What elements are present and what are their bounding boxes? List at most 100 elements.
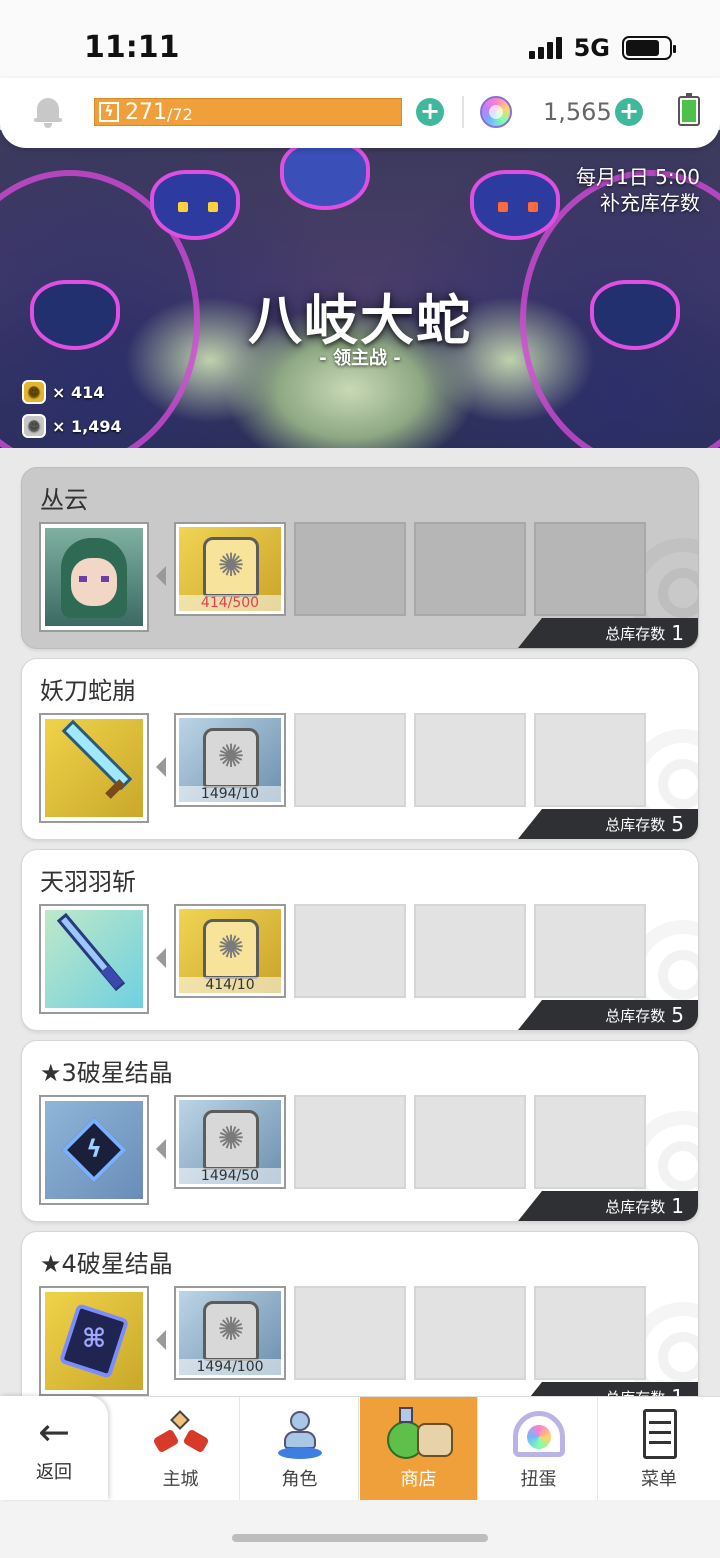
cost-slot: 1494/50 <box>174 1095 286 1189</box>
boss-banner: 八岐大蛇 - 领主战 - 每月1日 5:00 补充库存数 ☻ × 414 ☻ ×… <box>0 130 720 448</box>
nav-tab-character[interactable]: 角色 <box>241 1397 359 1501</box>
item-name: 妖刀蛇崩 <box>40 677 136 705</box>
item-name: ★4破星结晶 <box>40 1250 173 1278</box>
empty-cost-slot <box>534 1095 646 1189</box>
stock-count: 5 <box>671 1003 684 1027</box>
back-label: 返回 <box>36 1462 72 1483</box>
gold-token-value: × 414 <box>52 382 105 402</box>
left-arrow-icon <box>156 566 166 586</box>
product-thumbnail[interactable] <box>39 713 149 823</box>
shop-item-card[interactable]: 天羽羽斩 414/10 总库存数 5 <box>21 849 699 1031</box>
crystal-4-icon: ⌘ <box>45 1292 143 1390</box>
product-thumbnail[interactable]: ϟ <box>39 1095 149 1205</box>
cost-quantity: 1494/10 <box>179 786 281 802</box>
cost-slot: 414/500 <box>174 522 286 616</box>
empty-cost-slot <box>294 904 406 998</box>
network-label: 5G <box>573 34 610 62</box>
bell-icon[interactable] <box>34 96 62 128</box>
product-thumbnail[interactable]: ⌘ <box>39 1286 149 1396</box>
lightning-icon: ϟ <box>99 102 119 122</box>
serpent-head <box>470 170 560 240</box>
status-bar: 11:11 5G <box>0 0 720 88</box>
left-arrow-icon <box>156 948 166 968</box>
nav-label-gacha: 扭蛋 <box>520 1469 557 1490</box>
nav-tab-shop[interactable]: 商店 <box>360 1397 478 1501</box>
stock-badge: 总库存数 5 <box>518 1000 698 1030</box>
shop-item-card[interactable]: ★4破星结晶⌘1494/100总库存数1 <box>21 1231 699 1413</box>
shop-item-card[interactable]: 妖刀蛇崩 1494/10 总库存数 5 <box>21 658 699 840</box>
back-arrow-icon: ← <box>38 1410 70 1454</box>
cost-slot: 414/10 <box>174 904 286 998</box>
serpent-head <box>280 140 370 210</box>
item-name: ★3破星结晶 <box>40 1059 173 1087</box>
refill-info: 每月1日 5:00 补充库存数 <box>576 164 700 216</box>
status-icons: 5G <box>528 34 676 62</box>
silver-token-icon: ☻ <box>22 414 46 438</box>
clock: 11:11 <box>84 30 180 65</box>
castle-icon <box>151 1407 211 1461</box>
gold-token-count: ☻ × 414 <box>22 380 104 404</box>
crystal-3-icon: ϟ <box>45 1101 143 1199</box>
empty-cost-slot <box>294 1095 406 1189</box>
signal-icon <box>528 37 562 59</box>
stock-label: 总库存数 <box>605 624 666 643</box>
stock-label: 总库存数 <box>605 1197 666 1216</box>
product-thumbnail[interactable] <box>39 522 149 632</box>
gold-token-icon <box>203 919 259 979</box>
left-arrow-icon <box>156 1139 166 1159</box>
silver-token-icon <box>203 1301 259 1361</box>
nav-tab-menu[interactable]: 菜单 <box>600 1397 718 1501</box>
empty-cost-slot <box>414 904 526 998</box>
stock-label: 总库存数 <box>605 815 666 834</box>
cost-quantity: 1494/50 <box>179 1168 281 1184</box>
stamina-max: /72 <box>167 104 193 124</box>
add-gems-button[interactable]: + <box>615 98 643 126</box>
empty-cost-slot <box>414 713 526 807</box>
character-icon <box>270 1407 330 1461</box>
empty-cost-slot <box>294 522 406 616</box>
stock-badge: 总库存数 1 <box>518 1191 698 1221</box>
empty-cost-slot <box>534 1286 646 1380</box>
nav-label-shop: 商店 <box>400 1469 437 1490</box>
empty-cost-slot <box>534 522 646 616</box>
device-battery-icon <box>678 93 700 126</box>
empty-cost-slot <box>534 713 646 807</box>
blade-icon <box>45 910 143 1008</box>
back-button[interactable]: ← 返回 <box>0 1396 108 1500</box>
boss-subtitle: - 领主战 - <box>319 348 401 369</box>
item-name: 天羽羽斩 <box>40 868 136 896</box>
cost-quantity: 414/10 <box>179 977 281 993</box>
silver-token-value: × 1,494 <box>52 416 122 436</box>
stock-count: 1 <box>671 621 684 645</box>
stamina-current: 271 <box>125 99 167 125</box>
nav-tab-gacha[interactable]: 扭蛋 <box>480 1397 598 1501</box>
cost-slot: 1494/10 <box>174 713 286 807</box>
menu-icon <box>629 1407 689 1461</box>
product-thumbnail[interactable] <box>39 904 149 1014</box>
add-stamina-button[interactable]: + <box>416 98 444 126</box>
stock-count: 5 <box>671 812 684 836</box>
left-arrow-icon <box>156 1330 166 1350</box>
empty-cost-slot <box>414 522 526 616</box>
bottom-nav: 主城 角色 商店 扭蛋 菜单 <box>0 1396 720 1501</box>
shop-item-card[interactable]: 丛云 414/500 总库存数 1 <box>21 467 699 649</box>
stock-badge: 总库存数 5 <box>518 809 698 839</box>
gacha-icon <box>509 1407 569 1461</box>
refill-label: 补充库存数 <box>600 191 700 215</box>
home-indicator[interactable] <box>232 1534 488 1542</box>
item-name: 丛云 <box>40 486 88 514</box>
left-arrow-icon <box>156 757 166 777</box>
nav-label-menu: 菜单 <box>641 1469 677 1490</box>
silver-token-icon <box>203 1110 259 1170</box>
empty-cost-slot <box>294 713 406 807</box>
shop-item-card[interactable]: ★3破星结晶 ϟ 1494/50 总库存数 1 <box>21 1040 699 1222</box>
gem-count: 1,565 <box>543 98 612 126</box>
character-portrait-icon <box>45 528 143 626</box>
battery-icon <box>622 36 676 60</box>
stock-count: 1 <box>671 1194 684 1218</box>
resource-bar: ϟ 271 /72 + 1,565 + <box>0 78 720 148</box>
stock-label: 总库存数 <box>605 1006 666 1025</box>
gold-token-icon <box>203 537 259 597</box>
nav-tab-castle[interactable]: 主城 <box>122 1397 240 1501</box>
divider <box>462 96 464 128</box>
